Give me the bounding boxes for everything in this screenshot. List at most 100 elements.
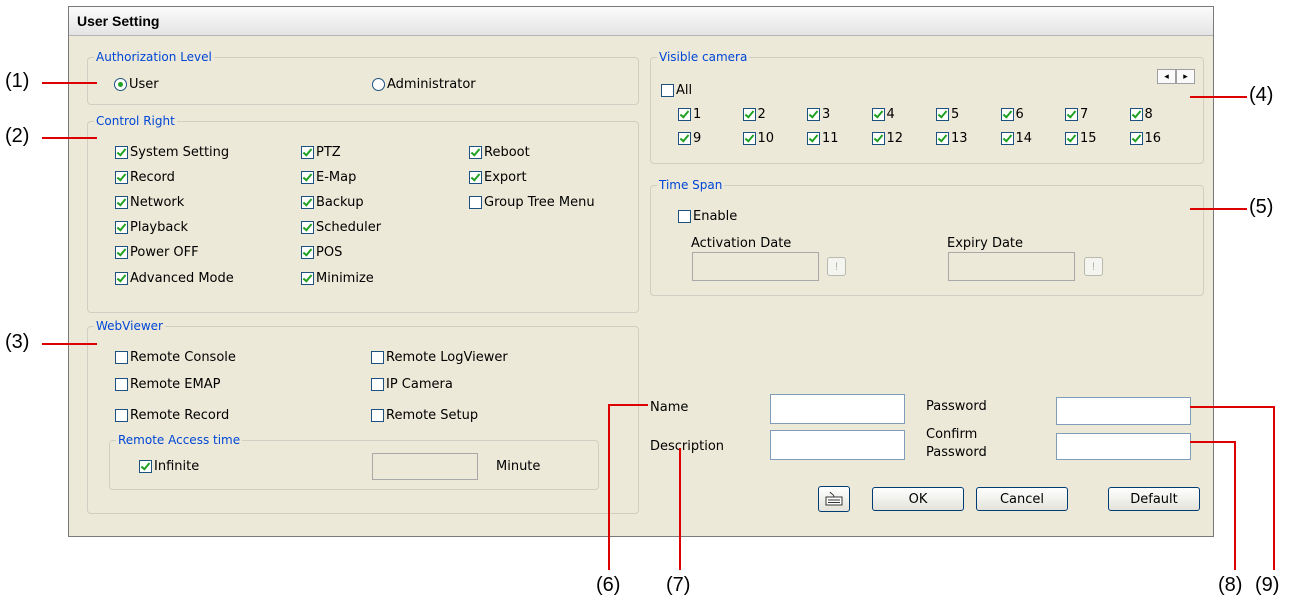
checkbox-box <box>301 220 314 234</box>
camera-12-checkbox[interactable]: 12 <box>871 130 904 146</box>
password-input[interactable] <box>1056 397 1191 425</box>
checkbox-label: Remote Record <box>130 407 230 423</box>
confirm-password-label-line2: Password <box>926 445 987 460</box>
group-tree-menu-checkbox[interactable]: Group Tree Menu <box>469 194 595 210</box>
checkbox-label: All <box>676 82 693 98</box>
minute-label: Minute <box>496 459 541 474</box>
remote-emap-checkbox[interactable]: Remote EMAP <box>115 376 220 392</box>
callout-6-line-v <box>608 404 610 570</box>
administrator-radio[interactable]: Administrator <box>372 76 476 92</box>
webviewer-group: WebViewer Remote Console Remote EMAP Rem… <box>87 319 639 514</box>
ptz-checkbox[interactable]: PTZ <box>301 144 341 160</box>
camera-3-checkbox[interactable]: 3 <box>807 106 830 122</box>
checkbox-box <box>115 195 128 209</box>
remote-access-time-group: Remote Access time Infinite Minute <box>109 433 599 490</box>
checkbox-label: 1 <box>693 106 702 122</box>
time-span-legend: Time Span <box>657 178 725 192</box>
checkbox-label: 8 <box>1144 106 1153 122</box>
user-radio[interactable]: User <box>114 76 159 92</box>
callout-4-line <box>1190 96 1247 98</box>
pos-checkbox[interactable]: POS <box>301 244 342 260</box>
callout-4: (4) <box>1249 84 1274 106</box>
minutes-input[interactable] <box>372 453 478 480</box>
camera-8-checkbox[interactable]: 8 <box>1129 106 1153 122</box>
camera-14-checkbox[interactable]: 14 <box>1000 130 1033 146</box>
minimize-checkbox[interactable]: Minimize <box>301 270 374 286</box>
backup-checkbox[interactable]: Backup <box>301 194 364 210</box>
checkbox-label: 2 <box>757 106 766 122</box>
playback-checkbox[interactable]: Playback <box>115 219 188 235</box>
remote-record-checkbox[interactable]: Remote Record <box>115 407 229 423</box>
description-input[interactable] <box>770 430 905 460</box>
export-checkbox[interactable]: Export <box>469 169 527 185</box>
checkbox-box <box>115 350 128 364</box>
enable-checkbox[interactable]: Enable <box>678 208 737 224</box>
callout-2: (2) <box>5 125 30 147</box>
camera-7-checkbox[interactable]: 7 <box>1065 106 1088 122</box>
checkbox-label: 4 <box>886 106 895 122</box>
camera-16-checkbox[interactable]: 16 <box>1129 130 1162 146</box>
callout-5-line <box>1190 208 1247 210</box>
remote-logviewer-checkbox[interactable]: Remote LogViewer <box>371 349 508 365</box>
checkbox-label: PTZ <box>316 144 341 160</box>
advanced-mode-checkbox[interactable]: Advanced Mode <box>115 270 234 286</box>
user-radio-dot <box>114 77 127 91</box>
checkbox-box <box>678 131 691 145</box>
name-label: Name <box>650 400 689 415</box>
checkbox-label: Power OFF <box>130 244 199 260</box>
camera-9-checkbox[interactable]: 9 <box>678 130 701 146</box>
camera-page-arrows: ◂ ▸ <box>1157 69 1195 84</box>
expiry-date-picker-button[interactable]: ! <box>1084 257 1103 276</box>
remote-console-checkbox[interactable]: Remote Console <box>115 349 236 365</box>
ok-button[interactable]: OK <box>872 487 964 511</box>
checkbox-label: 11 <box>822 130 839 146</box>
reboot-checkbox[interactable]: Reboot <box>469 144 530 160</box>
checkbox-label: Reboot <box>484 144 530 160</box>
camera-11-checkbox[interactable]: 11 <box>807 130 839 146</box>
power-off-checkbox[interactable]: Power OFF <box>115 244 199 260</box>
keyboard-button[interactable] <box>818 486 850 512</box>
all-cameras-checkbox[interactable]: All <box>661 82 692 98</box>
checkbox-label: Backup <box>316 194 364 210</box>
callout-5: (5) <box>1249 196 1274 218</box>
confirm-password-input[interactable] <box>1056 433 1191 460</box>
checkbox-box <box>1000 107 1014 121</box>
camera-4-checkbox[interactable]: 4 <box>871 106 895 122</box>
camera-2-checkbox[interactable]: 2 <box>742 106 766 122</box>
camera-5-checkbox[interactable]: 5 <box>936 106 959 122</box>
checkbox-label: 16 <box>1144 130 1162 146</box>
checkbox-label: 14 <box>1015 130 1033 146</box>
callout-1-line <box>42 82 97 84</box>
remote-setup-checkbox[interactable]: Remote Setup <box>371 407 478 423</box>
checkbox-box <box>936 107 949 121</box>
checkbox-label: Enable <box>693 208 738 224</box>
infinite-checkbox[interactable]: Infinite <box>139 458 199 474</box>
checkbox-box <box>661 83 674 97</box>
expiry-date-input[interactable] <box>948 252 1075 281</box>
checkbox-label: 12 <box>886 130 904 146</box>
ip-camera-checkbox[interactable]: IP Camera <box>371 376 453 392</box>
arrow-left-icon[interactable]: ◂ <box>1157 69 1176 84</box>
checkbox-label: Remote EMAP <box>130 376 221 392</box>
default-button[interactable]: Default <box>1108 487 1200 511</box>
checkbox-box <box>115 170 128 184</box>
activation-date-picker-button[interactable]: ! <box>827 257 846 276</box>
record-checkbox[interactable]: Record <box>115 169 175 185</box>
camera-10-checkbox[interactable]: 10 <box>742 130 774 146</box>
checkbox-box <box>936 131 949 145</box>
activation-date-input[interactable] <box>692 252 819 281</box>
checkbox-label: IP Camera <box>386 376 453 392</box>
camera-1-checkbox[interactable]: 1 <box>678 106 701 122</box>
webviewer-legend: WebViewer <box>94 319 165 333</box>
checkbox-box <box>469 145 482 159</box>
arrow-right-icon[interactable]: ▸ <box>1176 69 1195 84</box>
camera-15-checkbox[interactable]: 15 <box>1065 130 1097 146</box>
scheduler-checkbox[interactable]: Scheduler <box>301 219 381 235</box>
system-setting-checkbox[interactable]: System Setting <box>115 144 229 160</box>
name-input[interactable] <box>770 394 905 424</box>
cancel-button[interactable]: Cancel <box>976 487 1068 511</box>
e-map-checkbox[interactable]: E-Map <box>301 169 356 185</box>
camera-13-checkbox[interactable]: 13 <box>936 130 968 146</box>
network-checkbox[interactable]: Network <box>115 194 184 210</box>
camera-6-checkbox[interactable]: 6 <box>1000 106 1024 122</box>
